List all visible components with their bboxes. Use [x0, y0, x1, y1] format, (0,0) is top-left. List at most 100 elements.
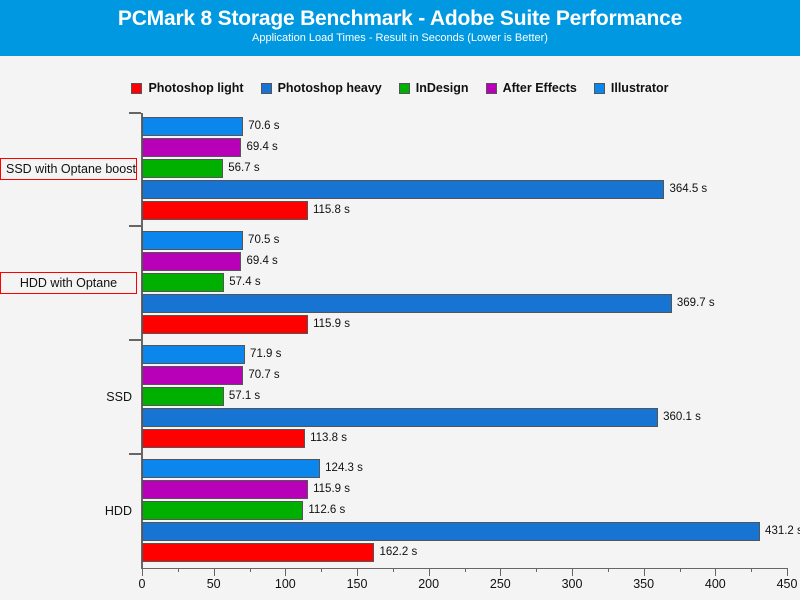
x-axis-tick-label: 50: [206, 577, 221, 591]
x-axis-minor-tick: [536, 568, 538, 572]
bar-value-label: 57.1 s: [228, 390, 261, 402]
x-axis-minor-tick: [751, 568, 753, 572]
bar[interactable]: [142, 459, 321, 478]
bar[interactable]: [142, 408, 659, 427]
legend-swatch-icon: [485, 82, 497, 94]
bar-value-label: 112.6 s: [308, 504, 346, 516]
bar[interactable]: [142, 543, 375, 562]
legend-swatch-icon: [131, 82, 143, 94]
bar-row: 124.3 s: [0, 458, 800, 479]
x-axis-tick: [428, 568, 430, 576]
legend-item-label: Illustrator: [610, 81, 669, 95]
x-axis-tick-label: 300: [561, 577, 583, 591]
group-separator-tick: [129, 225, 141, 227]
bar[interactable]: [142, 366, 244, 385]
bar[interactable]: [142, 252, 242, 271]
x-axis-tick-label: 400: [704, 577, 726, 591]
bar[interactable]: [142, 345, 246, 364]
x-axis-minor-tick: [679, 568, 681, 572]
bar-value-label: 431.2 s: [765, 525, 800, 537]
bar-value-label: 360.1 s: [663, 411, 701, 423]
legend-item[interactable]: Photoshop heavy: [260, 81, 382, 95]
legend-item-label: Photoshop light: [148, 81, 244, 95]
bar-row: 70.7 s: [0, 365, 800, 386]
x-axis-tick: [500, 568, 502, 576]
bar-row: 115.9 s: [0, 479, 800, 500]
legend-swatch-icon: [260, 82, 272, 94]
group-separator-tick: [129, 453, 141, 455]
bar-value-label: 115.8 s: [312, 204, 350, 216]
group-separator-tick: [129, 339, 141, 341]
bar-row: 369.7 s: [0, 293, 800, 314]
bar-value-label: 71.9 s: [250, 348, 282, 360]
x-axis-minor-tick: [392, 568, 394, 572]
x-axis-tick: [643, 568, 645, 576]
category-label: SSD with Optane boost: [0, 157, 137, 180]
x-axis-tick-label: 200: [418, 577, 440, 591]
bar-value-label: 70.7 s: [248, 369, 280, 381]
bar-row: 431.2 s: [0, 521, 800, 542]
legend-item-label: Photoshop heavy: [277, 81, 382, 95]
legend-swatch-icon: [593, 82, 605, 94]
bar-value-label: 56.7 s: [228, 162, 260, 174]
bar[interactable]: [142, 117, 244, 136]
x-axis-tick: [213, 568, 215, 576]
bar-value-label: 115.9 s: [313, 318, 350, 330]
x-axis-minor-tick: [249, 568, 251, 572]
bar-row: 71.9 s: [0, 344, 800, 365]
bar[interactable]: [142, 387, 224, 406]
bar-value-label: 364.5 s: [669, 183, 708, 195]
page-title: PCMark 8 Storage Benchmark - Adobe Suite…: [117, 7, 683, 30]
chart-plot-area: 70.6 s 69.4 s 56.7 s 364.5 s 115.8 s SSD with…: [0, 105, 800, 600]
bar-row: 69.4 s: [0, 137, 800, 158]
bar-value-label: 115.9 s: [313, 483, 350, 495]
bar[interactable]: [142, 429, 306, 448]
legend-item-label: After Effects: [502, 81, 577, 95]
x-axis-tick: [572, 568, 573, 576]
x-axis-minor-tick: [177, 568, 179, 572]
bar-value-label: 113.8 s: [310, 432, 347, 444]
bar[interactable]: [142, 501, 304, 520]
legend-item[interactable]: InDesign: [398, 81, 469, 95]
bar[interactable]: [142, 273, 225, 292]
bar-row: 364.5 s: [0, 179, 800, 200]
x-axis-tick: [715, 568, 717, 576]
bar-value-label: 70.6 s: [248, 120, 280, 132]
bar-row: 70.5 s: [0, 230, 800, 251]
legend-item[interactable]: Illustrator: [593, 81, 669, 95]
x-axis-minor-tick: [464, 568, 466, 572]
bar[interactable]: [142, 480, 309, 499]
legend-swatch-icon: [398, 82, 410, 94]
x-axis-tick: [285, 568, 287, 576]
bar-row: 162.2 s: [0, 542, 800, 563]
header-banner: PCMark 8 Storage Benchmark - Adobe Suite…: [0, 0, 800, 56]
category-label: HDD: [104, 503, 132, 518]
bar-row: 70.6 s: [0, 116, 800, 137]
x-axis-tick-label: 250: [489, 577, 511, 591]
bar-value-label: 369.7 s: [676, 297, 715, 309]
bar[interactable]: [142, 159, 224, 178]
bar[interactable]: [142, 180, 665, 199]
x-axis-tick-label: 450: [776, 577, 798, 591]
x-axis-tick-label: 350: [633, 577, 655, 591]
bar[interactable]: [142, 522, 761, 541]
legend-item[interactable]: Photoshop light: [131, 81, 244, 95]
x-axis-tick-label: 150: [346, 577, 368, 591]
bar-row: 115.8 s: [0, 200, 800, 221]
x-axis-minor-tick: [607, 568, 609, 572]
bar[interactable]: [142, 201, 308, 220]
bar[interactable]: [142, 231, 244, 250]
group-separator-tick: [129, 112, 141, 114]
chart-legend: Photoshop light Photoshop heavy InDesign Af…: [0, 79, 800, 97]
legend-item-label: InDesign: [415, 81, 469, 95]
bar[interactable]: [142, 315, 309, 334]
bar-value-label: 70.5 s: [248, 234, 280, 246]
legend-item[interactable]: After Effects: [485, 81, 577, 95]
bar-row: 113.8 s: [0, 428, 800, 449]
bar-value-label: 69.4 s: [246, 255, 278, 267]
x-axis-tick: [142, 568, 143, 576]
bar[interactable]: [142, 294, 672, 313]
bar-value-label: 162.2 s: [379, 546, 418, 558]
bar-row: 115.9 s: [0, 314, 800, 335]
bar[interactable]: [142, 138, 242, 157]
